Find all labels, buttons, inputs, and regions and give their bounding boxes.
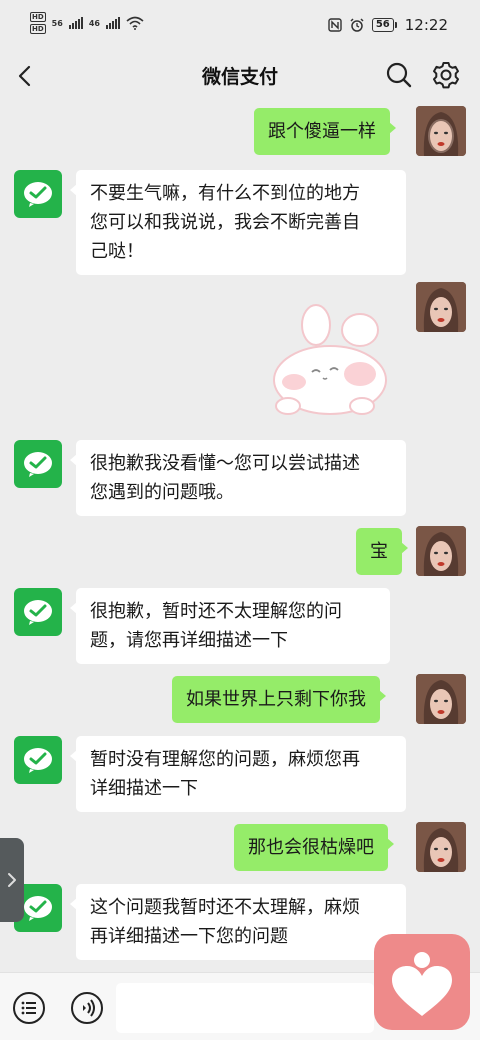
user-message-bubble[interactable]: 那也会很枯燥吧 <box>234 824 394 871</box>
user-avatar[interactable] <box>416 674 466 724</box>
wechat-pay-logo-icon <box>24 896 52 921</box>
wifi-icon <box>126 16 144 30</box>
network-type-label-2: 46 <box>88 18 100 28</box>
message-line: 很抱歉，暂时还不太理解您的问 <box>90 601 342 622</box>
voice-button[interactable] <box>70 991 104 1025</box>
message-line: 再详细描述一下您的问题 <box>90 926 288 947</box>
message-input[interactable] <box>116 983 374 1033</box>
search-button[interactable] <box>384 60 414 90</box>
wechat-pay-logo-icon <box>24 452 52 477</box>
message-line: 题，请您再详细描述一下 <box>90 630 288 651</box>
clock-time: 12:22 <box>404 16 448 34</box>
message-line: 己哒！ <box>90 241 144 262</box>
bot-message-bubble[interactable]: 暂时没有理解您的问题，麻烦您再 详细描述一下 <box>70 736 406 812</box>
message-line: 您可以和我说说，我会不断完善自 <box>90 212 360 233</box>
user-avatar[interactable] <box>416 526 466 576</box>
message-line: 暂时没有理解您的问题，麻烦您再 <box>90 749 360 770</box>
hd-badge-2: HD <box>30 24 46 34</box>
message-line: 不要生气嘛，有什么不到位的地方 <box>90 183 360 204</box>
wechat-pay-logo-icon <box>24 748 52 773</box>
message-line: 详细描述一下 <box>90 778 198 799</box>
network-indicators: HD HD 56 46 <box>30 12 144 34</box>
bot-message-bubble[interactable]: 这个问题我暂时还不太理解，麻烦 再详细描述一下您的问题 <box>70 884 406 960</box>
signal-bars-icon <box>68 17 83 29</box>
user-avatar[interactable] <box>416 106 466 156</box>
bot-avatar[interactable] <box>14 440 62 488</box>
search-icon <box>386 62 412 88</box>
signal-bars-icon-2 <box>105 17 120 29</box>
hd-badge: HD <box>30 12 46 22</box>
wechat-pay-logo-icon <box>24 600 52 625</box>
wechat-pay-logo-icon <box>24 182 52 207</box>
settings-button[interactable] <box>430 59 462 91</box>
battery-icon: 56 <box>371 18 397 32</box>
voice-icon <box>71 992 103 1024</box>
status-bar: HD HD 56 46 56 12:22 <box>0 0 480 52</box>
nfc-icon <box>328 18 342 32</box>
bot-avatar[interactable] <box>14 588 62 636</box>
chat-message-list[interactable]: 跟个傻逼一样 不要生气嘛，有什么不到位的地方 您可以和我说说，我会不断完善自 己… <box>0 100 480 972</box>
message-text: 跟个傻逼一样 <box>268 121 376 142</box>
gear-icon <box>433 62 459 89</box>
bot-avatar[interactable] <box>14 736 62 784</box>
side-panel-handle[interactable] <box>0 838 24 922</box>
network-type-label: 56 <box>51 18 63 28</box>
message-line: 您遇到的问题哦。 <box>90 482 234 503</box>
list-menu-icon <box>13 992 45 1024</box>
system-indicators: 56 12:22 <box>328 16 448 34</box>
bot-message-bubble[interactable]: 不要生气嘛，有什么不到位的地方 您可以和我说说，我会不断完善自 己哒！ <box>70 170 406 275</box>
message-text: 如果世界上只剩下你我 <box>186 689 366 710</box>
message-line: 很抱歉我没看懂～您可以尝试描述 <box>90 453 360 474</box>
user-message-bubble[interactable]: 宝 <box>356 528 408 575</box>
bot-avatar[interactable] <box>14 170 62 218</box>
user-message-bubble[interactable]: 如果世界上只剩下你我 <box>172 676 386 723</box>
user-avatar[interactable] <box>416 822 466 872</box>
message-line: 这个问题我暂时还不太理解，麻烦 <box>90 897 360 918</box>
user-message-bubble[interactable]: 跟个傻逼一样 <box>254 108 396 155</box>
alarm-icon <box>350 18 364 32</box>
menu-button[interactable] <box>12 991 46 1025</box>
message-text: 宝 <box>370 541 388 562</box>
chevron-right-icon <box>8 873 16 887</box>
battery-level: 56 <box>371 18 394 32</box>
bot-message-bubble[interactable]: 很抱歉，暂时还不太理解您的问 题，请您再详细描述一下 <box>70 588 390 664</box>
bunny-sticker[interactable] <box>268 290 398 420</box>
user-avatar[interactable] <box>416 282 466 332</box>
chat-header: 微信支付 <box>0 52 480 100</box>
message-text: 那也会很枯燥吧 <box>248 837 374 858</box>
floating-heart-widget[interactable] <box>374 934 470 1030</box>
heart-person-icon <box>392 952 452 1016</box>
bot-message-bubble[interactable]: 很抱歉我没看懂～您可以尝试描述 您遇到的问题哦。 <box>70 440 406 516</box>
